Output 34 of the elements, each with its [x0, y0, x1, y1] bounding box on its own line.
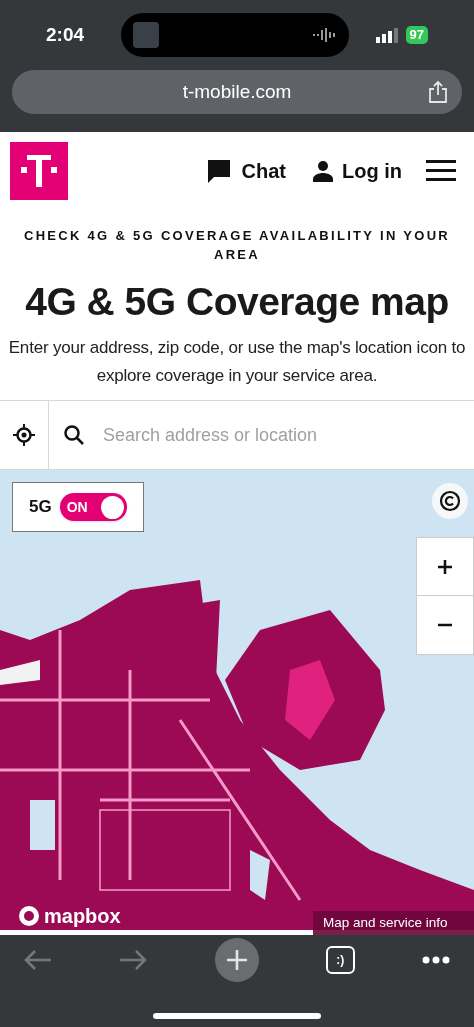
plus-icon: [225, 949, 248, 971]
plus-icon: [437, 558, 453, 575]
page-title: 4G & 5G Coverage map: [24, 279, 450, 325]
location-target-icon: [13, 424, 35, 446]
5g-label: 5G: [29, 496, 52, 519]
chat-bubble-icon: [205, 158, 232, 184]
battery-indicator: 97: [405, 26, 428, 44]
forward-arrow-icon[interactable]: [119, 949, 148, 971]
map-info-button[interactable]: Map and service info: [313, 911, 474, 935]
tabs-button[interactable]: :): [325, 946, 355, 974]
switch-knob: [101, 495, 124, 519]
t-logo-icon[interactable]: [10, 142, 68, 200]
share-icon[interactable]: [428, 80, 448, 104]
person-icon: [312, 160, 334, 182]
mapbox-logo[interactable]: mapbox: [18, 901, 121, 931]
url-text: t-mobile.com: [182, 79, 292, 104]
more-icon[interactable]: [422, 956, 450, 964]
address-bar[interactable]: t-mobile.com: [12, 70, 462, 114]
back-arrow-icon[interactable]: [24, 949, 52, 971]
new-tab-button[interactable]: [214, 938, 259, 982]
signal-icon: [375, 27, 398, 43]
5g-switch[interactable]: ON: [59, 493, 127, 521]
album-art-icon: [133, 22, 159, 48]
login-button[interactable]: Log in: [312, 156, 402, 186]
search-icon: [63, 424, 85, 446]
menu-icon[interactable]: [426, 160, 456, 182]
mapbox-mark-icon: [18, 905, 40, 927]
status-time: 2:04: [46, 22, 86, 47]
chat-button[interactable]: Chat: [205, 156, 286, 186]
waveform-icon: [313, 28, 337, 42]
eyebrow-text: CHECK 4G & 5G COVERAGE AVAILABILITY IN YOUR AREA: [22, 227, 452, 264]
copyright-icon: [439, 490, 461, 512]
search-field[interactable]: Search address or location: [103, 421, 474, 449]
intro-text: Enter your address, zip code, or use the map's location icon to explore coverage in your service area.: [7, 337, 467, 387]
